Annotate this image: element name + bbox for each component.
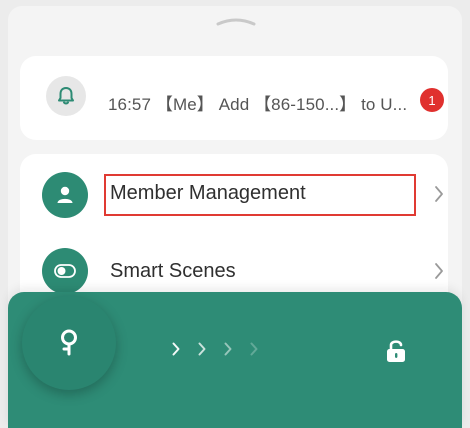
chevron-right-icon [224,342,232,356]
bell-icon [58,87,74,105]
key-button[interactable] [22,296,116,390]
key-icon [61,329,77,356]
notification-text: 16:57 【Me】 Add 【86-150...】 to U... [108,95,408,114]
chevron-right-icon [435,263,443,279]
chevron-right-icon [435,186,443,202]
chevron-right-icon [198,342,206,356]
toggle-icon-wrap [42,248,88,294]
chevron-right-icon [250,342,258,356]
drag-handle[interactable] [214,14,258,28]
unlock-icon[interactable] [385,338,407,364]
user-icon-wrap [42,172,88,218]
notification-badge: 1 [420,88,444,112]
bell-icon-wrap [46,76,86,116]
chevron-right-icon [172,342,180,356]
slide-arrows[interactable] [172,342,258,356]
highlight-box [104,174,416,216]
user-icon [57,186,73,203]
menu-item-label: Smart Scenes [110,260,236,282]
toggle-icon [54,264,76,278]
